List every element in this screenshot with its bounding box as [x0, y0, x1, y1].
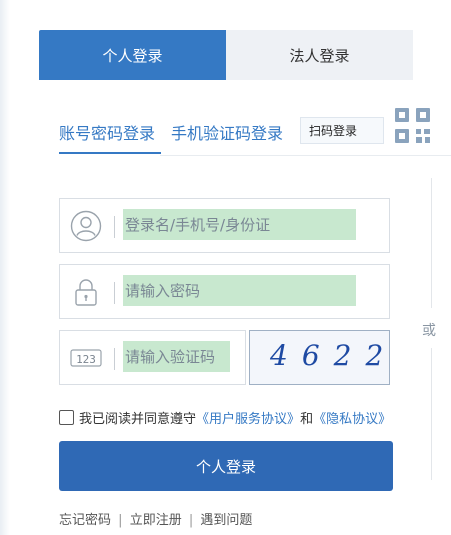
- subtab-sms-code[interactable]: 手机验证码登录: [171, 120, 283, 144]
- tab-corporate-label: 法人登录: [289, 46, 350, 65]
- or-label: 或: [422, 323, 436, 339]
- keypad-icon: 123: [70, 349, 102, 367]
- lock-icon: [75, 279, 97, 306]
- footer-links: 忘记密码 | 立即注册 | 遇到问题: [59, 509, 252, 528]
- password-input[interactable]: 请输入密码: [123, 275, 356, 306]
- quote-open: 《: [313, 412, 327, 427]
- password-field[interactable]: 请输入密码: [59, 264, 390, 319]
- tab-personal-label: 个人登录: [102, 46, 163, 65]
- service-agreement-link[interactable]: 用户服务协议: [209, 408, 287, 427]
- footer-separator: |: [188, 513, 194, 528]
- captcha-code: 4622: [270, 339, 398, 372]
- tab-personal-login[interactable]: 个人登录: [39, 30, 226, 80]
- subtab-active-underline: [59, 152, 161, 154]
- login-button[interactable]: 个人登录: [59, 441, 393, 491]
- subtab-qr-login[interactable]: 扫码登录: [300, 117, 384, 144]
- quote-open: 《: [196, 412, 210, 427]
- agreement-checkbox[interactable]: [59, 410, 74, 425]
- agreement-and: 和: [300, 412, 314, 427]
- privacy-agreement-link[interactable]: 隐私协议: [326, 408, 378, 427]
- field-separator: [114, 348, 115, 370]
- vertical-divider-top: [431, 178, 432, 308]
- agreement-text: 我已阅读并同意遵守: [79, 412, 197, 427]
- footer-separator: |: [118, 513, 123, 528]
- login-button-label: 个人登录: [195, 457, 256, 476]
- subtab-divider: [160, 155, 451, 156]
- quote-close: 》: [378, 412, 392, 427]
- qr-code-icon[interactable]: [394, 106, 432, 146]
- captcha-field[interactable]: 123 请输入验证码: [59, 330, 246, 385]
- forgot-password-link[interactable]: 忘记密码: [59, 513, 111, 528]
- user-icon: [70, 210, 102, 242]
- quote-close: 》: [287, 412, 301, 427]
- vertical-divider-bottom: [431, 348, 432, 480]
- subtab-qr-label: 扫码登录: [309, 124, 358, 138]
- field-separator: [114, 216, 115, 238]
- captcha-image[interactable]: 4622: [249, 330, 390, 385]
- tab-corporate-login[interactable]: 法人登录: [226, 30, 413, 80]
- keypad-icon-text: 123: [76, 353, 96, 366]
- username-input[interactable]: 登录名/手机号/身份证: [123, 209, 356, 240]
- captcha-input[interactable]: 请输入验证码: [123, 341, 230, 372]
- help-link[interactable]: 遇到问题: [200, 513, 252, 528]
- left-edge-shadow: [0, 0, 10, 535]
- register-link[interactable]: 立即注册: [130, 513, 182, 528]
- field-separator: [114, 282, 115, 304]
- agreement-row: 我已阅读并同意遵守 《 用户服务协议 》 和 《 隐私协议 》: [59, 408, 391, 427]
- subtab-account-password[interactable]: 账号密码登录: [59, 120, 155, 144]
- username-field[interactable]: 登录名/手机号/身份证: [59, 198, 390, 253]
